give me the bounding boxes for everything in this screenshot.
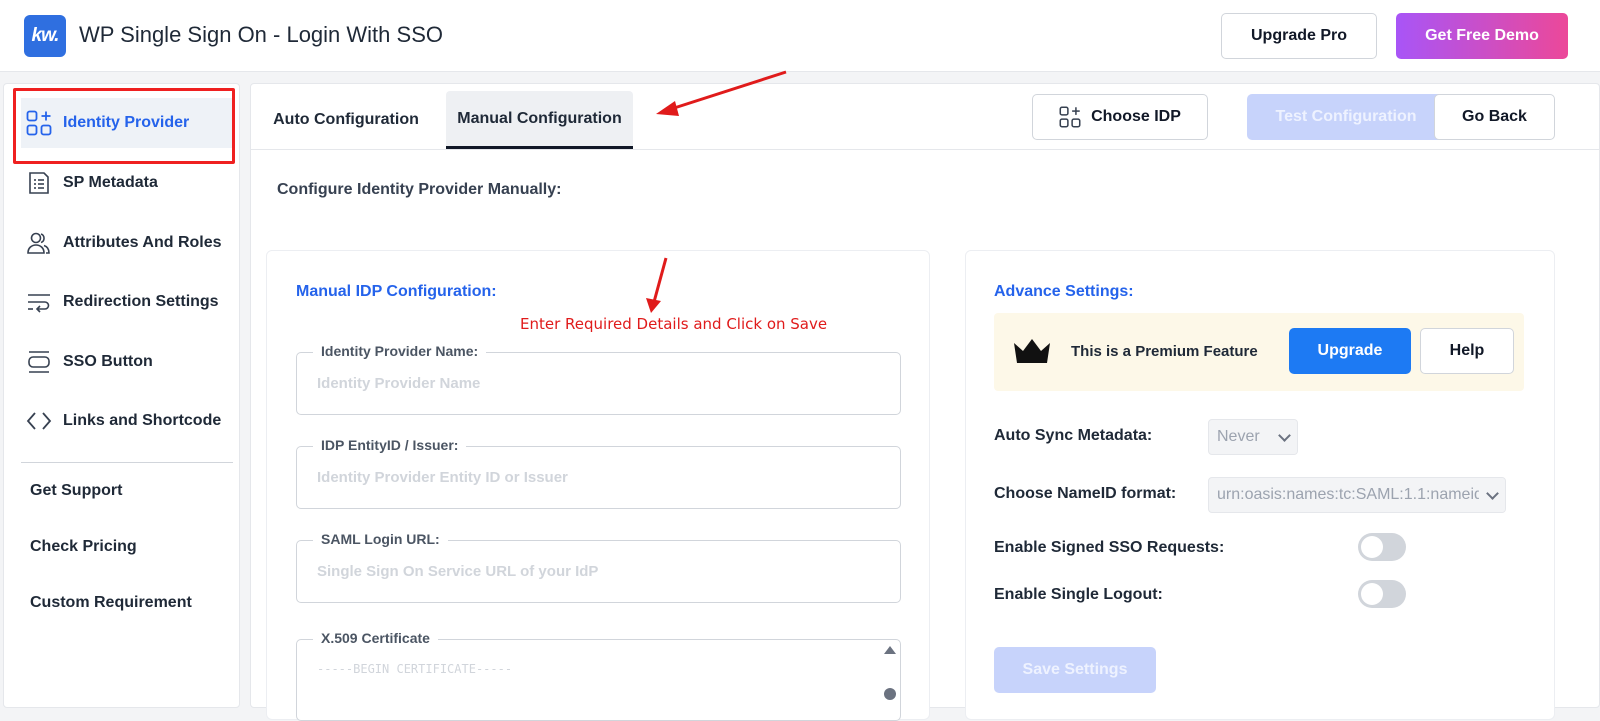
- auto-sync-label: Auto Sync Metadata:: [994, 427, 1153, 444]
- manual-card-title: Manual IDP Configuration:: [296, 283, 497, 300]
- sidebar-item-redirection-settings[interactable]: Redirection Settings: [21, 277, 233, 327]
- saml-login-url-input[interactable]: Single Sign On Service URL of your IdP: [317, 563, 598, 580]
- x509-certificate-label: X.509 Certificate: [313, 630, 438, 646]
- single-logout-toggle[interactable]: [1358, 580, 1406, 608]
- advance-settings-card: Advance Settings: This is a Premium Feat…: [965, 250, 1555, 720]
- nameid-format-label: Choose NameID format:: [994, 485, 1177, 502]
- app-title: WP Single Sign On - Login With SSO: [79, 22, 443, 47]
- idp-name-field[interactable]: Identity Provider Name: Identity Provide…: [296, 343, 901, 415]
- advance-card-title: Advance Settings:: [994, 283, 1134, 300]
- main-panel: Auto Configuration Manual Configuration …: [250, 83, 1600, 721]
- sidebar-item-links-and-shortcode[interactable]: Links and Shortcode: [21, 396, 233, 446]
- save-settings-button[interactable]: Save Settings: [994, 647, 1156, 693]
- annotation-text: Enter Required Details and Click on Save: [520, 315, 828, 333]
- sidebar-item-label: Links and Shortcode: [63, 412, 222, 429]
- top-header: kw. WP Single Sign On - Login With SSO U…: [0, 0, 1600, 72]
- x509-certificate-textarea[interactable]: -----BEGIN CERTIFICATE-----: [317, 662, 512, 676]
- idp-entity-id-field[interactable]: IDP EntityID / Issuer: Identity Provider…: [296, 437, 901, 509]
- scroll-up-arrow-icon[interactable]: [884, 646, 896, 654]
- idp-name-label: Identity Provider Name:: [313, 343, 487, 359]
- plugin-logo: kw.: [24, 15, 66, 57]
- users-icon: [25, 229, 53, 257]
- crown-icon: [1012, 335, 1052, 372]
- get-support-link[interactable]: Get Support: [30, 482, 122, 500]
- idp-name-input[interactable]: Identity Provider Name: [317, 375, 480, 392]
- upgrade-button[interactable]: Upgrade: [1289, 328, 1411, 374]
- sidebar: Identity Provider SP Metadata Attributes…: [3, 83, 240, 708]
- signed-sso-toggle[interactable]: [1358, 533, 1406, 561]
- saml-login-url-field[interactable]: SAML Login URL: Single Sign On Service U…: [296, 531, 901, 603]
- sidebar-item-label: Attributes And Roles: [63, 234, 222, 251]
- check-pricing-link[interactable]: Check Pricing: [30, 538, 137, 556]
- get-free-demo-button[interactable]: Get Free Demo: [1396, 13, 1568, 59]
- help-button[interactable]: Help: [1420, 328, 1514, 374]
- section-title: Configure Identity Provider Manually:: [277, 181, 562, 198]
- premium-feature-banner: This is a Premium Feature Upgrade Help: [994, 313, 1524, 391]
- sidebar-item-sso-button[interactable]: SSO Button: [21, 337, 233, 387]
- tabs-divider: [251, 149, 1600, 150]
- premium-feature-text: This is a Premium Feature: [1071, 343, 1258, 360]
- highlight-box-annotation: [13, 88, 235, 164]
- redirect-icon: [25, 288, 53, 316]
- code-brackets-icon: [25, 407, 53, 435]
- tab-manual-configuration[interactable]: Manual Configuration: [446, 91, 633, 149]
- go-back-button[interactable]: Go Back: [1434, 94, 1555, 140]
- sidebar-item-label: Redirection Settings: [63, 293, 219, 310]
- sidebar-item-sp-metadata[interactable]: SP Metadata: [21, 158, 233, 208]
- custom-requirement-link[interactable]: Custom Requirement: [30, 594, 192, 612]
- metadata-document-icon: [25, 169, 53, 197]
- scrollbar-thumb[interactable]: [884, 688, 896, 700]
- saml-login-url-label: SAML Login URL:: [313, 531, 448, 547]
- x509-certificate-field[interactable]: X.509 Certificate -----BEGIN CERTIFICATE…: [296, 630, 901, 721]
- choose-idp-button[interactable]: Choose IDP: [1032, 94, 1208, 140]
- sso-button-icon: [25, 348, 53, 376]
- signed-sso-label: Enable Signed SSO Requests:: [994, 539, 1225, 556]
- grid-plus-icon: [1059, 106, 1081, 128]
- tab-auto-configuration[interactable]: Auto Configuration: [261, 91, 431, 149]
- nameid-format-value: urn:oasis:names:tc:SAML:1.1:nameid-forma…: [1217, 486, 1505, 503]
- sidebar-item-label: SP Metadata: [63, 174, 158, 191]
- sidebar-item-attributes-and-roles[interactable]: Attributes And Roles: [21, 218, 233, 268]
- test-configuration-button[interactable]: Test Configuration: [1247, 94, 1445, 140]
- sidebar-item-label: SSO Button: [63, 353, 153, 370]
- idp-entity-id-input[interactable]: Identity Provider Entity ID or Issuer: [317, 469, 568, 486]
- upgrade-pro-button[interactable]: Upgrade Pro: [1221, 13, 1377, 59]
- single-logout-label: Enable Single Logout:: [994, 586, 1163, 603]
- sidebar-divider: [21, 462, 233, 463]
- toggle-knob: [1361, 583, 1383, 605]
- toggle-knob: [1361, 536, 1383, 558]
- choose-idp-label: Choose IDP: [1091, 108, 1181, 125]
- auto-sync-value: Never: [1217, 428, 1260, 445]
- idp-entity-id-label: IDP EntityID / Issuer:: [313, 437, 467, 453]
- auto-sync-select[interactable]: Never: [1208, 419, 1298, 455]
- nameid-format-select[interactable]: urn:oasis:names:tc:SAML:1.1:nameid-forma…: [1208, 477, 1506, 513]
